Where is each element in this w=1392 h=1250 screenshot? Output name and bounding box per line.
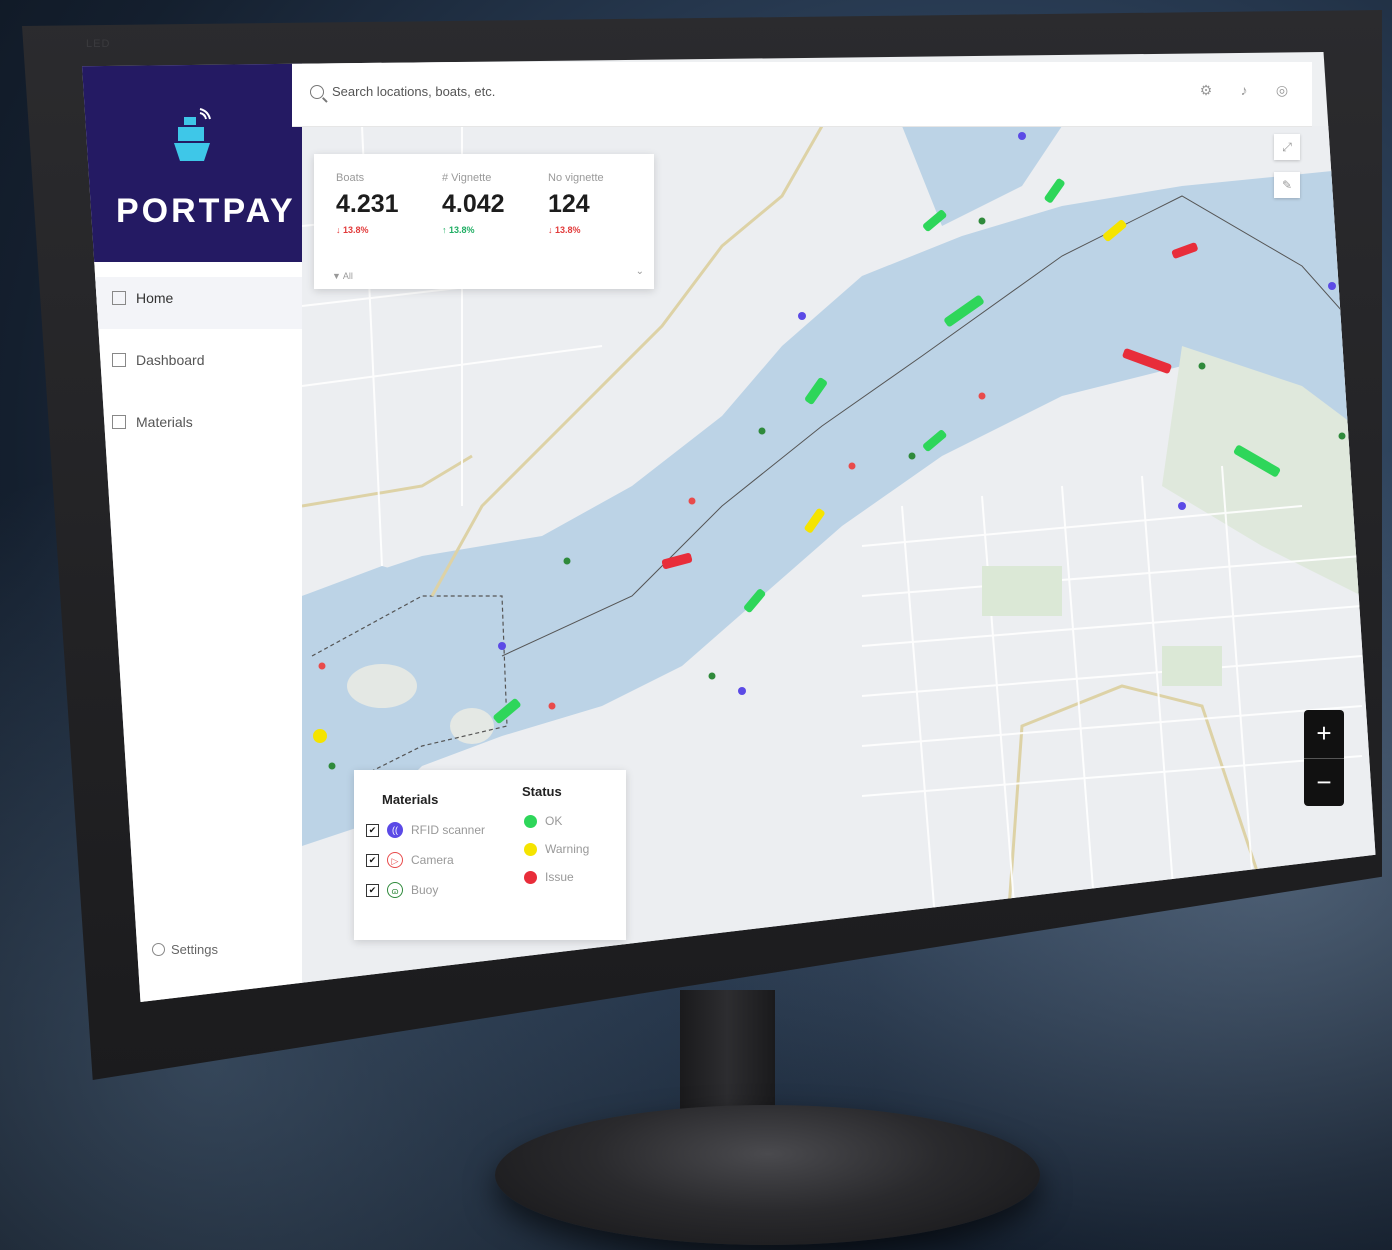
stat-no-vignette: No vignette 124 ↓ 13.8% bbox=[548, 172, 648, 235]
legend-status-warning: Warning bbox=[524, 842, 589, 856]
legend-status-title: Status bbox=[522, 784, 562, 799]
home-icon bbox=[112, 291, 126, 305]
search-placeholder: Search locations, boats, etc. bbox=[332, 84, 496, 99]
legend-status-label: Issue bbox=[545, 870, 574, 884]
legend-status-label: Warning bbox=[545, 842, 590, 856]
top-icons: ⚙ ♪ ◎ bbox=[1198, 82, 1290, 98]
sidebar-item-label: Materials bbox=[136, 414, 193, 430]
notification-bell-icon[interactable]: ♪ bbox=[1236, 82, 1252, 98]
stat-label: # Vignette bbox=[442, 172, 492, 184]
buoy-icon: ɷ bbox=[387, 882, 403, 898]
sidebar-item-dashboard[interactable]: Dashboard bbox=[112, 352, 205, 368]
rfid-icon: (( bbox=[387, 822, 403, 838]
settings-gear-icon[interactable]: ⚙ bbox=[1198, 82, 1214, 98]
legend-material-camera[interactable]: ✔ ▷ Camera bbox=[366, 852, 454, 868]
sidebar-item-label: Dashboard bbox=[136, 352, 205, 368]
search-input[interactable]: Search locations, boats, etc. bbox=[310, 84, 495, 99]
stat-vignette: # Vignette 4.042 ↑ 13.8% bbox=[442, 172, 542, 235]
zoom-in-button[interactable]: + bbox=[1304, 710, 1344, 758]
settings-link[interactable]: Settings bbox=[152, 942, 218, 957]
legend-status-ok: OK bbox=[524, 814, 562, 828]
legend-material-label: RFID scanner bbox=[411, 823, 486, 837]
status-warning-dot bbox=[524, 842, 537, 856]
monitor-screen: PORTPAY Home Dashboard Materials Setting… bbox=[82, 52, 1376, 1002]
draw-icon[interactable]: ✎ bbox=[1274, 172, 1300, 198]
top-bar: Search locations, boats, etc. ⚙ ♪ ◎ bbox=[292, 62, 1312, 127]
stat-change: ↓ 13.8% bbox=[336, 225, 369, 235]
stat-change: ↓ 13.8% bbox=[548, 225, 581, 235]
sidebar-item-materials[interactable]: Materials bbox=[112, 414, 193, 430]
sidebar-item-label: Home bbox=[136, 290, 174, 306]
legend-status-issue: Issue bbox=[524, 870, 574, 884]
legend-material-buoy[interactable]: ✔ ɷ Buoy bbox=[366, 882, 438, 898]
legend-materials-title: Materials bbox=[382, 792, 439, 807]
zoom-out-button[interactable]: − bbox=[1304, 759, 1344, 807]
stats-filter[interactable]: ▼ All bbox=[332, 271, 353, 281]
stats-card: Boats 4.231 ↓ 13.8% # Vignette 4.042 ↑ 1… bbox=[314, 154, 654, 289]
layers-icon[interactable]: ⤢ bbox=[1274, 134, 1300, 160]
user-icon[interactable]: ◎ bbox=[1274, 82, 1290, 98]
zoom-controls: + − bbox=[1304, 710, 1344, 806]
search-icon bbox=[310, 84, 324, 99]
status-issue-dot bbox=[524, 870, 537, 884]
legend-material-rfid[interactable]: ✔ (( RFID scanner bbox=[366, 822, 485, 838]
checkbox-checked-icon[interactable]: ✔ bbox=[366, 853, 379, 867]
sidebar-item-home[interactable]: Home bbox=[112, 290, 173, 306]
chevron-down-icon[interactable]: ⌄ bbox=[636, 266, 644, 277]
legend-material-label: Camera bbox=[411, 853, 454, 867]
brand-logo-text: PORTPAY bbox=[116, 192, 296, 230]
stat-boats: Boats 4.231 ↓ 13.8% bbox=[336, 172, 436, 235]
map-tools: ⤢ ✎ bbox=[1274, 134, 1300, 210]
stat-change: ↑ 13.8% bbox=[442, 225, 475, 235]
status-ok-dot bbox=[524, 814, 537, 828]
map-legend: Materials ✔ (( RFID scanner ✔ ▷ Camera ✔… bbox=[354, 770, 626, 940]
stat-value: 4.042 bbox=[442, 190, 505, 218]
brand-panel: PORTPAY bbox=[82, 62, 302, 262]
monitor-label: LED bbox=[86, 38, 111, 50]
ship-logo-icon bbox=[174, 108, 211, 161]
settings-label: Settings bbox=[171, 942, 218, 957]
stat-label: Boats bbox=[336, 172, 365, 184]
document-icon bbox=[112, 415, 126, 429]
legend-status-label: OK bbox=[545, 814, 563, 828]
checkbox-checked-icon[interactable]: ✔ bbox=[366, 823, 379, 837]
checkbox-checked-icon[interactable]: ✔ bbox=[366, 883, 379, 897]
stat-label: No vignette bbox=[548, 172, 604, 184]
gear-icon bbox=[152, 943, 165, 956]
stat-value: 124 bbox=[548, 190, 590, 218]
bar-chart-icon bbox=[112, 353, 126, 367]
stat-value: 4.231 bbox=[336, 190, 399, 218]
legend-material-label: Buoy bbox=[411, 883, 439, 897]
monitor-stand-base bbox=[495, 1105, 1040, 1245]
camera-icon: ▷ bbox=[387, 852, 403, 868]
